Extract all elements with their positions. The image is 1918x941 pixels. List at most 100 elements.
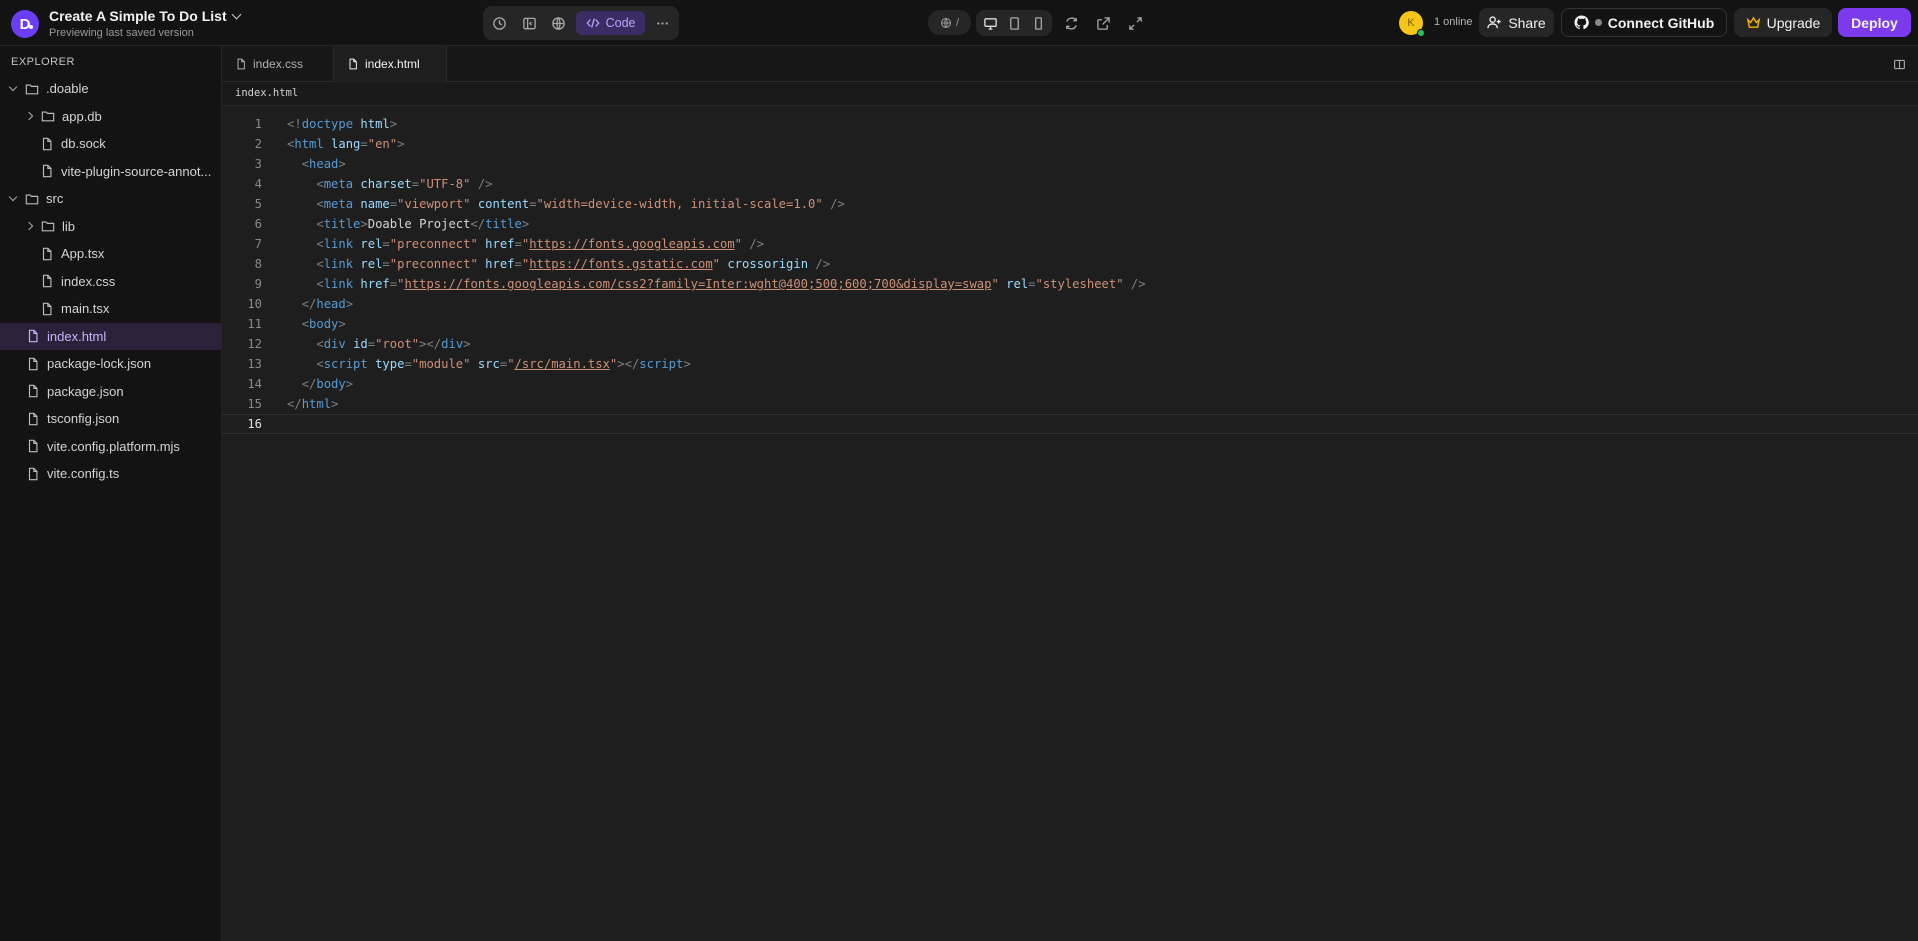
tab-index-css[interactable]: index.css [222, 46, 334, 82]
file-item-db-sock[interactable]: db.sock [0, 130, 221, 157]
folder-item-src[interactable]: src [0, 185, 221, 212]
code-line: <meta charset="UTF-8" /> [316, 177, 493, 191]
file-item-tsconfig-json[interactable]: tsconfig.json [0, 405, 221, 432]
tree-item-label: index.css [61, 273, 116, 289]
tree-item-label: package.json [47, 383, 124, 399]
file-icon [237, 58, 245, 70]
code-line: <body> [301, 317, 346, 331]
url-path-pill[interactable]: / [928, 10, 971, 35]
file-icon [40, 164, 54, 178]
online-indicator [1417, 29, 1425, 37]
tab-index-html[interactable]: index.html [334, 46, 447, 82]
line-number: 13 [247, 357, 262, 371]
file-item-main-tsx[interactable]: main.tsx [0, 295, 221, 322]
file-explorer: EXPLORER .doable app.db db.sock vite-plugin… [0, 46, 222, 941]
chevron-right-icon[interactable] [24, 221, 34, 231]
file-icon [26, 412, 40, 426]
code-line: <title>Doable Project</title> [316, 217, 530, 231]
file-item-package-json[interactable]: package.json [0, 378, 221, 405]
file-icon [26, 467, 40, 481]
folder-item-app-db[interactable]: app.db [0, 103, 221, 130]
line-number: 8 [254, 257, 262, 271]
share-button[interactable]: Share [1479, 8, 1554, 37]
chevron-down-icon[interactable] [8, 82, 18, 91]
tree-item-label: .doable [46, 81, 89, 96]
folder-icon [25, 192, 39, 206]
line-number: 14 [247, 377, 262, 391]
chevron-right-icon[interactable] [24, 111, 34, 121]
upgrade-label: Upgrade [1766, 14, 1821, 31]
split-view-icon[interactable] [1893, 58, 1906, 74]
desktop-icon[interactable] [978, 11, 1002, 35]
code-line: </html> [287, 397, 339, 411]
avatar-letter: K [1407, 17, 1415, 29]
code-line: </head> [301, 297, 354, 311]
code-button[interactable]: Code [575, 11, 646, 35]
line-number: 16 [247, 417, 262, 431]
tree-item-label: main.tsx [61, 301, 110, 316]
tree-item-label: tsconfig.json [47, 411, 120, 426]
code-link[interactable]: https://fonts.googleapis.com [529, 237, 734, 251]
file-icon [26, 439, 40, 453]
logo-letter: D [19, 15, 31, 33]
more-icon[interactable] [649, 10, 675, 36]
file-icon [40, 137, 54, 151]
file-item-app-tsx[interactable]: App.tsx [0, 240, 221, 267]
file-icon [40, 247, 54, 261]
sidebar-icon[interactable] [517, 10, 543, 36]
editor-tabs: index.css index.html [222, 46, 1918, 82]
file-item-vite-config-ts[interactable]: vite.config.ts [0, 460, 221, 487]
file-item-vite-config-platform-mjs[interactable]: vite.config.platform.mjs [0, 433, 221, 460]
project-title: Create A Simple To Do List [49, 8, 227, 24]
line-number: 12 [247, 337, 262, 351]
avatar[interactable]: K [1399, 11, 1425, 37]
tab-label: index.html [365, 57, 420, 71]
project-title-button[interactable]: Create A Simple To Do List [49, 8, 242, 24]
project-subtitle: Previewing last saved version [49, 27, 194, 39]
line-number: 2 [254, 137, 262, 151]
tablet-icon[interactable] [1002, 11, 1026, 35]
code-link[interactable]: /src/main.tsx [515, 357, 610, 371]
code-icon [586, 18, 600, 28]
add-user-icon [1487, 16, 1501, 29]
code-editor[interactable]: 1 <!doctype html> 2 <html lang="en"> 3 <… [222, 106, 1918, 941]
tree-item-label: index.html [47, 328, 107, 344]
history-icon[interactable] [487, 10, 513, 36]
file-icon [40, 274, 54, 288]
line-number: 3 [254, 157, 262, 171]
github-label: Connect GitHub [1607, 14, 1715, 31]
device-toggle [976, 10, 1052, 36]
tree-item-label: vite.config.platform.mjs [47, 438, 180, 454]
top-bar: D Create A Simple To Do List Previewing … [0, 0, 1918, 46]
file-item-index-html[interactable]: index.html [0, 322, 221, 350]
file-item-package-lock-json[interactable]: package-lock.json [0, 350, 221, 377]
line-number: 11 [247, 317, 262, 331]
file-icon [26, 357, 40, 371]
line-number: 10 [247, 297, 262, 311]
file-item-vite-plugin-source-annot[interactable]: vite-plugin-source-annot... [0, 158, 221, 185]
code-line: <head> [301, 157, 346, 171]
file-item-index-css[interactable]: index.css [0, 268, 221, 295]
folder-item-doable[interactable]: .doable [0, 75, 221, 102]
refresh-icon[interactable] [1058, 10, 1084, 36]
line-number: 9 [254, 277, 262, 291]
code-line: <link href="https://fonts.googleapis.com… [316, 277, 1146, 291]
connect-github-button[interactable]: Connect GitHub [1561, 8, 1727, 37]
app-logo[interactable]: D [11, 10, 39, 38]
deploy-button[interactable]: Deploy [1838, 8, 1911, 37]
tab-label: index.css [253, 57, 304, 71]
folder-item-lib[interactable]: lib [0, 213, 221, 240]
line-number: 6 [254, 217, 262, 231]
code-link[interactable]: https://fonts.googleapis.com/css2?family… [404, 277, 991, 291]
globe-icon[interactable] [546, 10, 572, 36]
code-link[interactable]: https://fonts.gstatic.com [529, 257, 712, 271]
code-line: <link rel="preconnect" href="https://fon… [316, 257, 831, 271]
external-link-icon[interactable] [1090, 10, 1116, 36]
file-icon [26, 384, 40, 398]
tree-item-label: app.db [62, 108, 102, 124]
fullscreen-icon[interactable] [1122, 10, 1148, 36]
chevron-down-icon[interactable] [8, 192, 18, 201]
upgrade-button[interactable]: Upgrade [1734, 8, 1832, 37]
mobile-icon[interactable] [1026, 11, 1050, 35]
tree-item-label: App.tsx [61, 246, 105, 261]
